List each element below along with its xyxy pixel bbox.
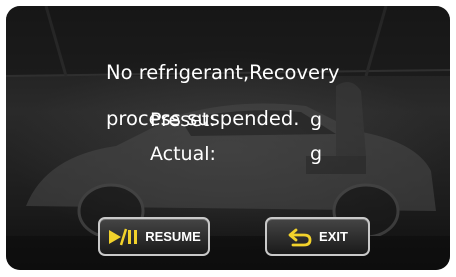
actual-label: Actual: bbox=[150, 143, 216, 165]
preset-unit: g bbox=[310, 109, 323, 131]
return-arrow-icon bbox=[287, 227, 313, 247]
resume-button[interactable]: RESUME bbox=[98, 217, 210, 256]
device-screen: No refrigerant,Recovery process suspende… bbox=[6, 6, 450, 270]
exit-label: EXIT bbox=[319, 229, 348, 244]
exit-button[interactable]: EXIT bbox=[265, 217, 370, 256]
resume-label: RESUME bbox=[145, 229, 201, 244]
actual-unit: g bbox=[310, 143, 323, 165]
preset-label: Preset: bbox=[150, 109, 216, 131]
status-message-line-1: No refrigerant,Recovery bbox=[106, 61, 340, 84]
play-pause-icon bbox=[107, 228, 139, 246]
